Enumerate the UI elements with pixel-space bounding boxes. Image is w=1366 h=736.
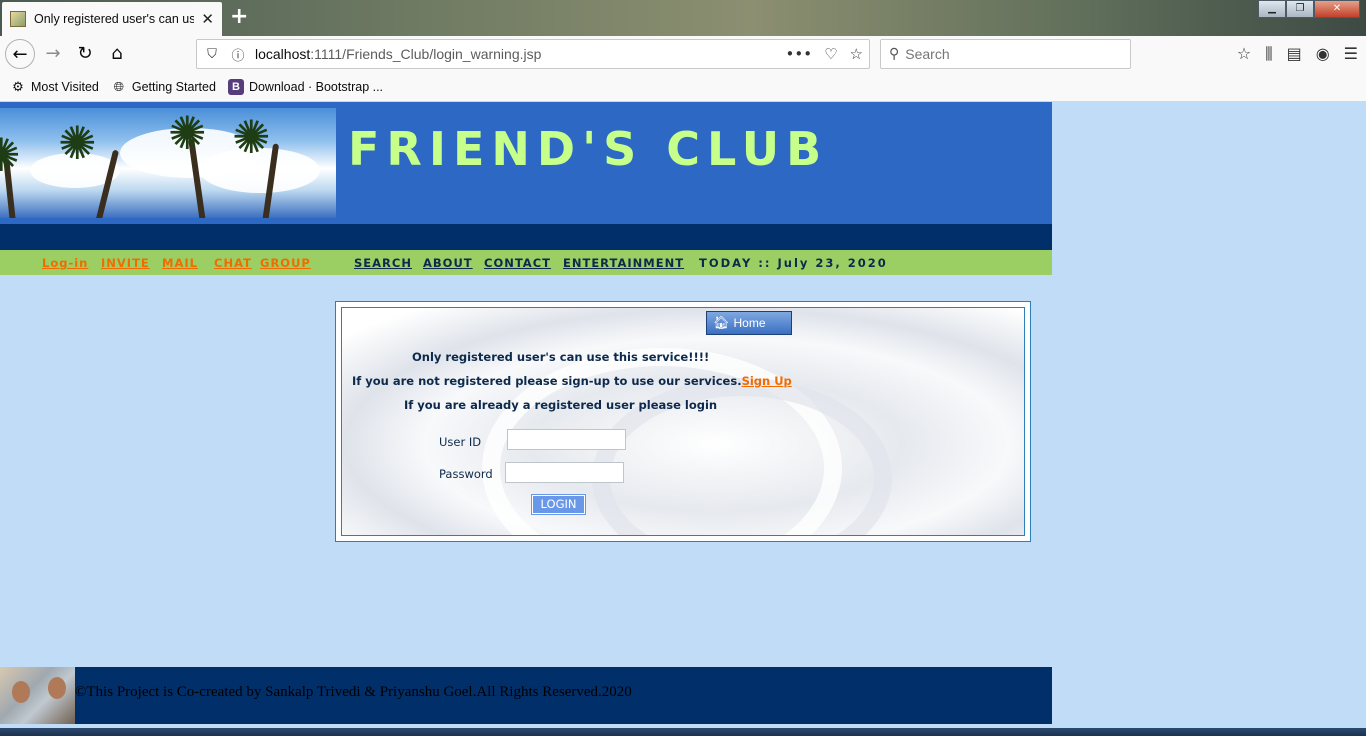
- menu-about-link[interactable]: ABOUT: [423, 256, 473, 270]
- tab-title: Only registered user's can use t: [34, 12, 194, 26]
- site-menu-bar: Log-in INVITE MAIL CHAT GROUP SEARCH ABO…: [0, 250, 1052, 275]
- browser-tab-active[interactable]: Only registered user's can use t ✕: [2, 2, 222, 36]
- menu-entertainment-link[interactable]: ENTERTAINMENT: [563, 256, 684, 270]
- home-button[interactable]: 🏠︎ Home: [706, 311, 792, 335]
- menu-contact-link[interactable]: CONTACT: [484, 256, 551, 270]
- menu-login-link[interactable]: Log-in: [42, 256, 88, 270]
- site-header: ✺ ✺ ✺ ✺ FRIEND'S CLUB: [0, 102, 1052, 224]
- menu-search-link[interactable]: SEARCH: [354, 256, 412, 270]
- menu-group-link[interactable]: GROUP: [260, 256, 311, 270]
- gear-icon: ⚙: [12, 78, 24, 94]
- account-icon[interactable]: ◉: [1316, 44, 1330, 64]
- menu-mail-link[interactable]: MAIL: [162, 256, 198, 270]
- reload-icon[interactable]: ↻: [70, 39, 100, 69]
- userid-input[interactable]: [507, 429, 626, 450]
- info-icon[interactable]: ⓘ: [227, 45, 249, 64]
- page-actions-icon[interactable]: •••: [786, 45, 813, 63]
- bookmark-star-icon[interactable]: ☆: [850, 45, 863, 63]
- site-favicon-icon: [10, 11, 26, 27]
- bookmarks-menu-icon[interactable]: ☆: [1237, 44, 1251, 64]
- home-icon: 🏠︎: [713, 315, 730, 330]
- page-content: ✺ ✺ ✺ ✺ FRIEND'S CLUB Log-in INVITE MAIL…: [0, 102, 1366, 728]
- window-controls: ▁ ❐ ✕: [1258, 0, 1360, 18]
- shield-icon[interactable]: ⛉: [201, 47, 223, 62]
- login-panel-inner: 🏠︎ Home Only registered user's can use t…: [341, 307, 1025, 536]
- sidebar-icon[interactable]: ▤: [1287, 44, 1302, 64]
- globe-icon: 🌐︎: [113, 78, 125, 94]
- browser-navbar: ← → ↻ ⌂ ⛉ ⓘ localhost:1111/Friends_Club/…: [0, 36, 1366, 72]
- home-button-label: Home: [733, 316, 766, 330]
- close-icon[interactable]: ✕: [201, 10, 214, 28]
- userid-label: User ID: [439, 435, 482, 449]
- home-icon[interactable]: ⌂: [102, 39, 132, 69]
- login-panel: 🏠︎ Home Only registered user's can use t…: [335, 301, 1031, 542]
- header-band: [0, 224, 1052, 250]
- browser-tab-strip: Only registered user's can use t ✕ + ▁ ❐…: [0, 0, 1366, 36]
- signup-message-text: If you are not registered please sign-up…: [352, 374, 742, 388]
- forward-arrow-icon[interactable]: →: [38, 39, 68, 69]
- search-bar[interactable]: ⚲: [880, 39, 1131, 69]
- login-prompt-message: If you are already a registered user ple…: [404, 398, 718, 412]
- pocket-icon[interactable]: ♡: [824, 45, 837, 63]
- palm-tree-banner-image: ✺ ✺ ✺ ✺: [0, 108, 336, 218]
- search-icon: ⚲: [889, 46, 900, 62]
- restore-window-button[interactable]: ❐: [1286, 0, 1314, 18]
- os-taskbar: [0, 728, 1366, 736]
- password-input[interactable]: [505, 462, 624, 483]
- minimize-window-button[interactable]: ▁: [1258, 0, 1286, 18]
- signup-link[interactable]: Sign Up: [742, 374, 792, 388]
- password-label: Password: [439, 467, 493, 481]
- close-window-button[interactable]: ✕: [1314, 0, 1360, 18]
- search-input[interactable]: [905, 46, 1106, 62]
- site-footer: ©This Project is Co-created by Sankalp T…: [0, 667, 1052, 724]
- today-date-label: TODAY :: July 23, 2020: [699, 256, 888, 270]
- copyright-text: ©This Project is Co-created by Sankalp T…: [75, 684, 632, 700]
- menu-invite-link[interactable]: INVITE: [101, 256, 150, 270]
- bookmark-label: Most Visited: [31, 79, 99, 94]
- login-button[interactable]: LOGIN: [531, 494, 586, 515]
- creators-photo: [0, 667, 75, 724]
- library-icon[interactable]: ⫼: [1265, 44, 1272, 64]
- new-tab-plus-icon[interactable]: +: [230, 4, 248, 29]
- registered-only-message: Only registered user's can use this serv…: [412, 350, 710, 364]
- bookmark-label: Getting Started: [131, 79, 216, 94]
- url-text[interactable]: localhost:1111/Friends_Club/login_warnin…: [255, 46, 541, 62]
- bookmark-bootstrap[interactable]: B Download · Bootstrap ...: [227, 78, 384, 95]
- bookmarks-toolbar: ⚙ Most Visited 🌐︎ Getting Started B Down…: [0, 72, 1366, 102]
- bookmark-getting-started[interactable]: 🌐︎ Getting Started: [111, 79, 216, 95]
- site-title: FRIEND'S CLUB: [348, 122, 829, 176]
- back-arrow-icon[interactable]: ←: [5, 39, 35, 69]
- bookmark-most-visited[interactable]: ⚙ Most Visited: [10, 79, 99, 95]
- url-bar[interactable]: ⛉ ⓘ localhost:1111/Friends_Club/login_wa…: [196, 39, 870, 69]
- bootstrap-icon: B: [227, 78, 244, 95]
- hamburger-menu-icon[interactable]: ☰: [1344, 44, 1358, 64]
- menu-chat-link[interactable]: CHAT: [214, 256, 252, 270]
- signup-message: If you are not registered please sign-up…: [352, 374, 792, 388]
- bookmark-label: Download · Bootstrap ...: [248, 79, 384, 94]
